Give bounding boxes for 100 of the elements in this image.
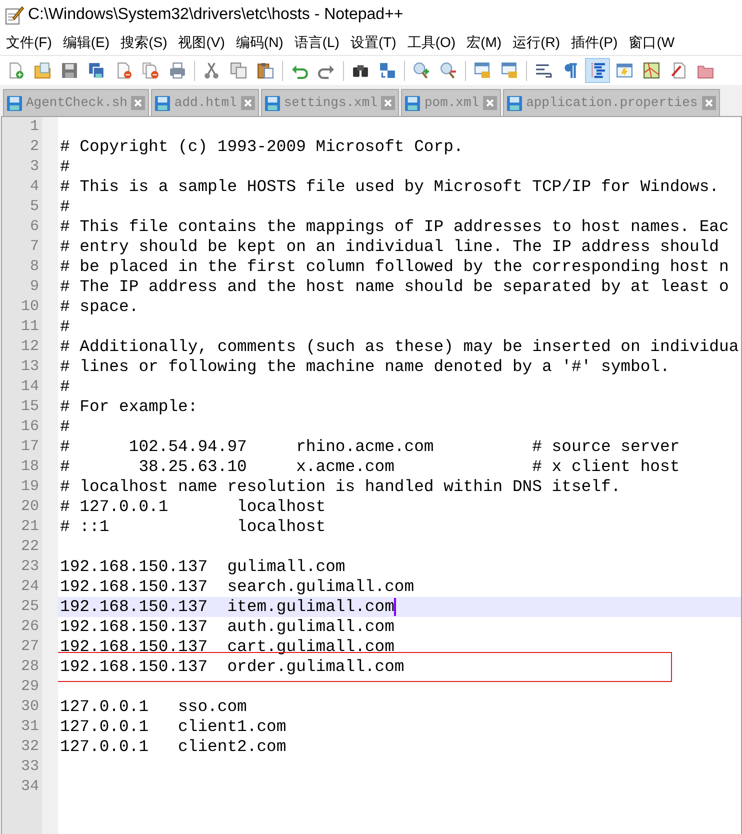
line-number: 28 — [20, 656, 39, 677]
line-number: 7 — [30, 236, 39, 257]
menu-item[interactable]: 编辑(E) — [62, 32, 110, 52]
line-number: 16 — [20, 416, 39, 437]
code-line: 192.168.150.137 search.gulimall.com — [59, 576, 414, 598]
menu-item[interactable]: 搜索(S) — [120, 32, 168, 52]
code-line: # Copyright (c) 1993-2009 Microsoft Corp. — [59, 136, 464, 158]
line-number: 10 — [20, 296, 39, 317]
close-tab-button[interactable] — [131, 96, 146, 110]
line-number: 19 — [20, 476, 39, 497]
menu-item[interactable]: 工具(O) — [407, 32, 456, 52]
window-lock-icon — [474, 62, 491, 79]
line-number: 22 — [20, 536, 39, 557]
menu-item[interactable]: 窗口(W — [628, 32, 675, 52]
line-number: 17 — [20, 436, 39, 457]
menu-item[interactable]: 运行(R) — [512, 32, 560, 52]
line-number: 12 — [20, 336, 39, 357]
line-number: 18 — [20, 456, 39, 477]
copy-icon — [230, 62, 247, 79]
code-line: 192.168.150.137 order.gulimall.com — [59, 656, 404, 678]
code-line: 192.168.150.137 item.gulimall.com — [59, 596, 394, 618]
line-number: 1 — [30, 116, 39, 137]
document-map-icon — [616, 62, 633, 79]
tab-label: AgentCheck.sh — [26, 94, 128, 112]
close-tab-button[interactable] — [483, 96, 498, 110]
line-number: 26 — [20, 616, 39, 637]
tab-label: add.html — [174, 94, 237, 112]
line-number: 31 — [20, 716, 39, 737]
new-document-icon — [7, 62, 24, 79]
code-line: 192.168.150.137 auth.gulimall.com — [59, 616, 394, 638]
menu-item[interactable]: 插件(P) — [571, 32, 618, 52]
tab-label: application.properties — [526, 94, 698, 112]
code-line: # be placed in the first column followed by the corresponding host n — [59, 256, 729, 278]
code-line: # lines or following the machine name denoted by a '#' symbol. — [59, 356, 670, 378]
menu-item[interactable]: 宏(M) — [466, 32, 502, 52]
zoom-out-icon — [440, 62, 457, 79]
line-number: 32 — [20, 736, 39, 757]
code-line: # Additionally, comments (such as these) may be inserted on individua — [59, 336, 739, 358]
line-number: 8 — [30, 256, 39, 277]
line-number: 27 — [20, 636, 39, 657]
close-tab-button[interactable] — [240, 96, 255, 110]
document-pen-icon — [670, 62, 687, 79]
indent-guide-button[interactable] — [585, 58, 610, 83]
notepad-icon — [4, 4, 24, 24]
code-line: 127.0.0.1 sso.com — [59, 696, 247, 718]
code-line: # For example: — [59, 396, 198, 418]
line-number: 15 — [20, 396, 39, 417]
close-tab-button[interactable] — [702, 96, 716, 110]
pilcrow-icon — [562, 62, 579, 79]
line-number: 2 — [30, 136, 39, 157]
code-line: # The IP address and the host name should be separated by at least o — [59, 276, 729, 298]
line-number: 33 — [20, 756, 39, 777]
code-line: # 38.25.63.10 x.acme.com # x client host — [59, 456, 680, 478]
map-icon — [643, 62, 660, 79]
line-number: 24 — [20, 576, 39, 597]
line-number: 14 — [20, 376, 39, 397]
code-line: # — [59, 316, 70, 338]
code-line: # — [59, 196, 70, 218]
line-number: 21 — [20, 516, 39, 537]
menu-item[interactable]: 文件(F) — [6, 32, 52, 52]
code-line: # localhost name resolution is handled within DNS itself. — [59, 476, 621, 498]
line-number: 25 — [20, 596, 39, 617]
code-line: 127.0.0.1 client1.com — [59, 716, 286, 738]
line-number: 20 — [20, 496, 39, 517]
floppy-disks-icon — [88, 62, 105, 79]
code-line: 127.0.0.1 client2.com — [59, 736, 286, 758]
line-number: 34 — [20, 776, 39, 797]
menu-item[interactable]: 设置(T) — [350, 32, 396, 52]
code-line: # — [59, 376, 70, 398]
line-number: 23 — [20, 556, 39, 577]
menu-item[interactable]: 视图(V) — [178, 32, 225, 52]
line-number: 13 — [20, 356, 39, 377]
code-line: 192.168.150.137 gulimall.com — [59, 556, 346, 578]
code-line: # This is a sample HOSTS file used by Microsoft TCP/IP for Windows. — [59, 176, 720, 198]
clipboard-paste-icon — [257, 62, 274, 79]
tab-label: pom.xml — [424, 94, 480, 112]
close-icon — [486, 99, 494, 107]
word-wrap-icon — [535, 62, 552, 79]
printer-icon — [169, 62, 186, 79]
menu-item[interactable]: 语言(L) — [294, 32, 340, 52]
documents-close-icon — [142, 62, 159, 79]
scissors-icon — [203, 62, 220, 79]
close-tab-button[interactable] — [381, 96, 396, 110]
folder-icon — [34, 62, 51, 79]
menu-item[interactable]: 编码(N) — [236, 32, 284, 52]
line-number: 30 — [20, 696, 39, 717]
line-number: 11 — [20, 316, 39, 337]
code-line: # — [59, 156, 70, 178]
zoom-in-icon — [413, 62, 430, 79]
code-line: 192.168.150.137 cart.gulimall.com — [59, 636, 394, 658]
close-icon — [134, 99, 142, 107]
window-lock-icon — [501, 62, 518, 79]
line-number: 4 — [30, 176, 39, 197]
binoculars-icon — [352, 62, 369, 79]
code-line: # — [59, 416, 70, 438]
indent-guide-icon — [589, 62, 606, 79]
close-icon — [384, 99, 392, 107]
line-number: 5 — [30, 196, 39, 217]
text-caret — [394, 598, 396, 616]
tab-label: settings.xml — [284, 94, 378, 112]
